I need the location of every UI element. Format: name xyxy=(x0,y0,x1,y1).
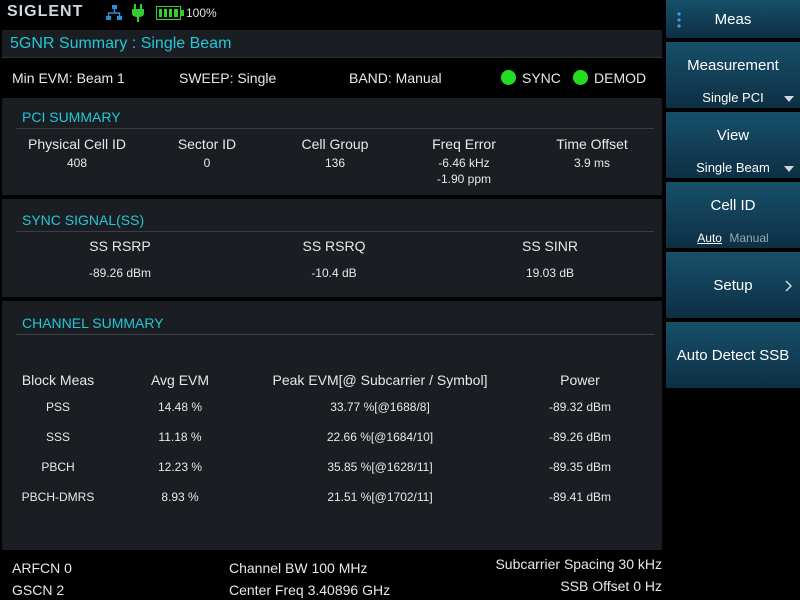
demod-label: DEMOD xyxy=(594,70,647,86)
ss-col-value: -89.26 dBm xyxy=(88,266,152,280)
page-title: 5GNR Summary : Single Beam xyxy=(10,35,232,52)
table-cell: PBCH-DMRS xyxy=(21,490,95,504)
chevron-right-icon xyxy=(785,280,792,292)
top-status-bar: SIGLENT 100% xyxy=(0,0,664,26)
ss-col-value: -10.4 dB xyxy=(311,266,357,280)
sync-signal-panel: SYNC SIGNAL(SS) SS RSRP -89.26 dBm SS RS… xyxy=(2,199,662,297)
measurement-softkey[interactable]: Measurement Single PCI xyxy=(666,42,800,110)
table-cell: -89.35 dBm xyxy=(548,460,612,474)
table-cell: -89.32 dBm xyxy=(548,400,612,414)
channel-summary-heading: CHANNEL SUMMARY xyxy=(22,315,164,331)
pci-col-label: Cell Group xyxy=(301,136,369,152)
pci-col-label: Physical Cell ID xyxy=(27,136,127,152)
auto-detect-ssb-softkey[interactable]: Auto Detect SSB xyxy=(666,322,800,390)
table-cell: 21.51 %[@1702/11] xyxy=(327,490,433,504)
ss-col-value: 19.03 dB xyxy=(525,266,575,280)
pci-col-value: 136 xyxy=(324,156,346,170)
center-freq-readout: Center Freq 3.40896 GHz xyxy=(229,582,391,598)
cell-id-manual-option[interactable]: Manual xyxy=(729,231,768,245)
battery-icon xyxy=(156,6,184,20)
channel-summary-panel: CHANNEL SUMMARY Block Meas Avg EVM Peak … xyxy=(2,301,662,550)
setup-label: Setup xyxy=(713,277,753,294)
ssb-offset-readout: SSB Offset 0 Hz xyxy=(560,578,662,594)
menu-title-button[interactable]: Meas xyxy=(666,0,800,40)
pci-col-value: 0 xyxy=(203,156,211,170)
table-cell: PSS xyxy=(45,400,70,414)
table-cell: 33.77 %[@1688/8] xyxy=(330,400,430,414)
dropdown-arrow-icon xyxy=(784,96,794,102)
measurement-value: Single PCI xyxy=(702,90,764,105)
view-value: Single Beam xyxy=(696,160,770,175)
cell-id-auto-option[interactable]: Auto xyxy=(697,231,722,245)
table-header: Power xyxy=(560,372,600,388)
table-cell: -89.41 dBm xyxy=(548,490,612,504)
table-cell: 14.48 % xyxy=(157,400,203,414)
status-row: Min EVM: Beam 1 SWEEP: Single BAND: Manu… xyxy=(2,62,662,94)
pci-col-value: -6.46 kHz xyxy=(438,156,490,170)
view-label: View xyxy=(716,127,750,144)
pci-summary-panel: PCI SUMMARY Physical Cell ID 408 Sector … xyxy=(2,98,662,195)
sync-indicator-icon xyxy=(501,70,516,85)
soft-menu-sidebar: Meas Measurement Single PCI View Single … xyxy=(666,0,800,392)
bottom-info-bar: ARFCN 0 GSCN 2 Channel BW 100 MHz Center… xyxy=(0,552,664,600)
ss-col-label: SS RSRQ xyxy=(302,238,366,254)
plug-icon xyxy=(132,4,144,22)
table-header: Peak EVM[@ Subcarrier / Symbol] xyxy=(272,372,488,388)
sync-signal-heading: SYNC SIGNAL(SS) xyxy=(22,212,145,228)
cell-id-softkey[interactable]: Cell ID Auto Manual xyxy=(666,182,800,250)
pci-col-label: Time Offset xyxy=(556,136,628,152)
arfcn-readout: ARFCN 0 xyxy=(12,560,72,576)
auto-detect-ssb-label: Auto Detect SSB xyxy=(676,347,790,364)
table-cell: 22.66 %[@1684/10] xyxy=(326,430,434,444)
table-cell: PBCH xyxy=(41,460,75,474)
ss-col-label: SS RSRP xyxy=(89,238,151,254)
divider xyxy=(16,231,654,232)
table-cell: -89.26 dBm xyxy=(548,430,612,444)
channel-bw-readout: Channel BW 100 MHz xyxy=(229,560,368,576)
dropdown-arrow-icon xyxy=(784,166,794,172)
brand-logo: SIGLENT xyxy=(7,3,84,20)
pci-col-label: Sector ID xyxy=(177,136,237,152)
page-title-bar: 5GNR Summary : Single Beam xyxy=(2,30,662,58)
table-cell: 12.23 % xyxy=(157,460,203,474)
gscn-readout: GSCN 2 xyxy=(12,582,65,598)
battery-percent: 100% xyxy=(186,6,217,20)
min-evm-status: Min EVM: Beam 1 xyxy=(12,70,125,86)
table-header: Avg EVM xyxy=(150,372,210,388)
table-cell: 11.18 % xyxy=(158,430,202,444)
table-cell: 8.93 % xyxy=(161,490,199,504)
pci-col-value: 3.9 ms xyxy=(573,156,610,170)
setup-softkey[interactable]: Setup xyxy=(666,252,800,320)
demod-indicator-icon xyxy=(573,70,588,85)
pci-col-value-secondary: -1.90 ppm xyxy=(436,172,492,186)
band-status: BAND: Manual xyxy=(349,70,442,86)
pci-col-value: 408 xyxy=(66,156,88,170)
divider xyxy=(16,128,654,129)
table-cell: SSS xyxy=(45,430,70,444)
sync-label: SYNC xyxy=(522,70,561,86)
network-icon xyxy=(106,5,122,20)
pci-summary-heading: PCI SUMMARY xyxy=(22,109,121,125)
divider xyxy=(16,334,654,335)
pci-col-label: Freq Error xyxy=(432,136,496,152)
measurement-label: Measurement xyxy=(687,57,779,74)
menu-title: Meas xyxy=(714,11,752,28)
table-cell: 35.85 %[@1628/11] xyxy=(327,460,433,474)
cell-id-label: Cell ID xyxy=(710,197,756,214)
ss-col-label: SS SINR xyxy=(521,238,578,254)
sweep-status: SWEEP: Single xyxy=(179,70,277,86)
table-header: Block Meas xyxy=(21,372,95,388)
view-softkey[interactable]: View Single Beam xyxy=(666,112,800,180)
subcarrier-spacing-readout: Subcarrier Spacing 30 kHz xyxy=(495,556,662,572)
